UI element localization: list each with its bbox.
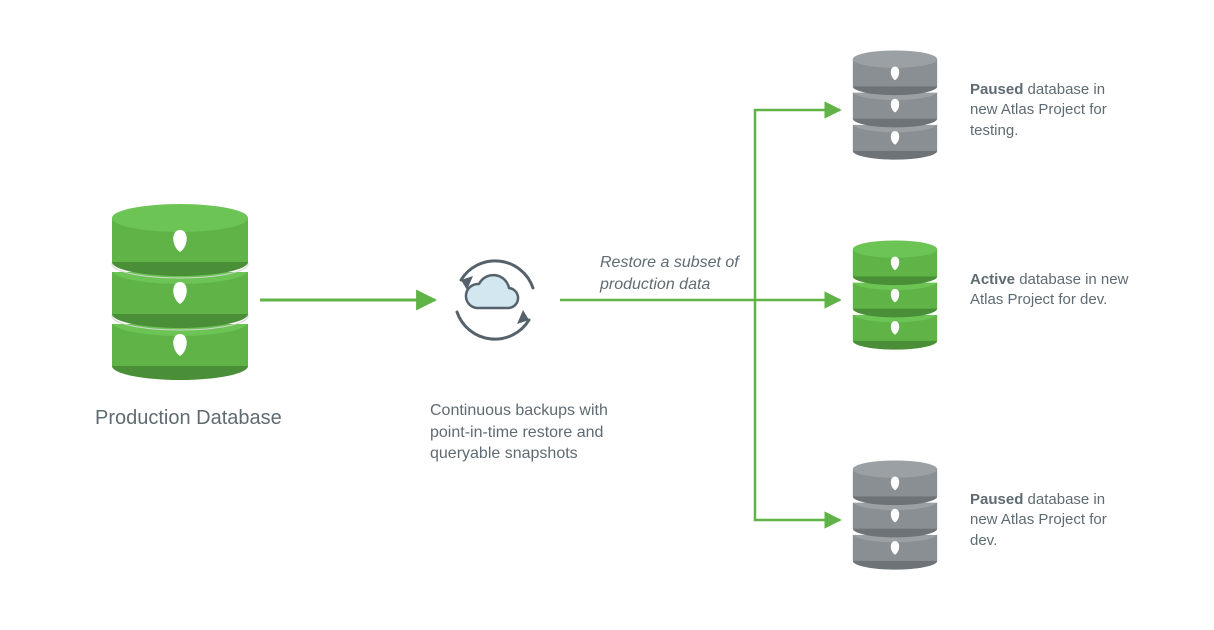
backup-caption: Continuous backups with point-in-time re…: [430, 400, 630, 465]
edge-branch-t3: [755, 300, 840, 520]
target-active-label: Active database in new Atlas Project for…: [970, 270, 1130, 311]
diagram-canvas: { "labels": { "production_title": "Produ…: [0, 0, 1214, 630]
target-db-dev-icon: [853, 460, 937, 569]
cloud-sync-icon: [440, 245, 550, 355]
target-db-testing-icon: [853, 50, 937, 159]
production-database-icon: [112, 204, 248, 380]
restore-caption: Restore a subset of production data: [600, 252, 750, 295]
production-db-label: Production Database: [95, 405, 295, 432]
target-dev-status: Paused: [970, 491, 1023, 508]
edge-branch-t1: [755, 110, 840, 300]
target-testing-label: Paused database in new Atlas Project for…: [970, 80, 1130, 141]
target-db-active-icon: [853, 240, 937, 349]
target-dev-label: Paused database in new Atlas Project for…: [970, 490, 1130, 551]
target-active-status: Active: [970, 271, 1015, 288]
target-testing-status: Paused: [970, 81, 1023, 98]
